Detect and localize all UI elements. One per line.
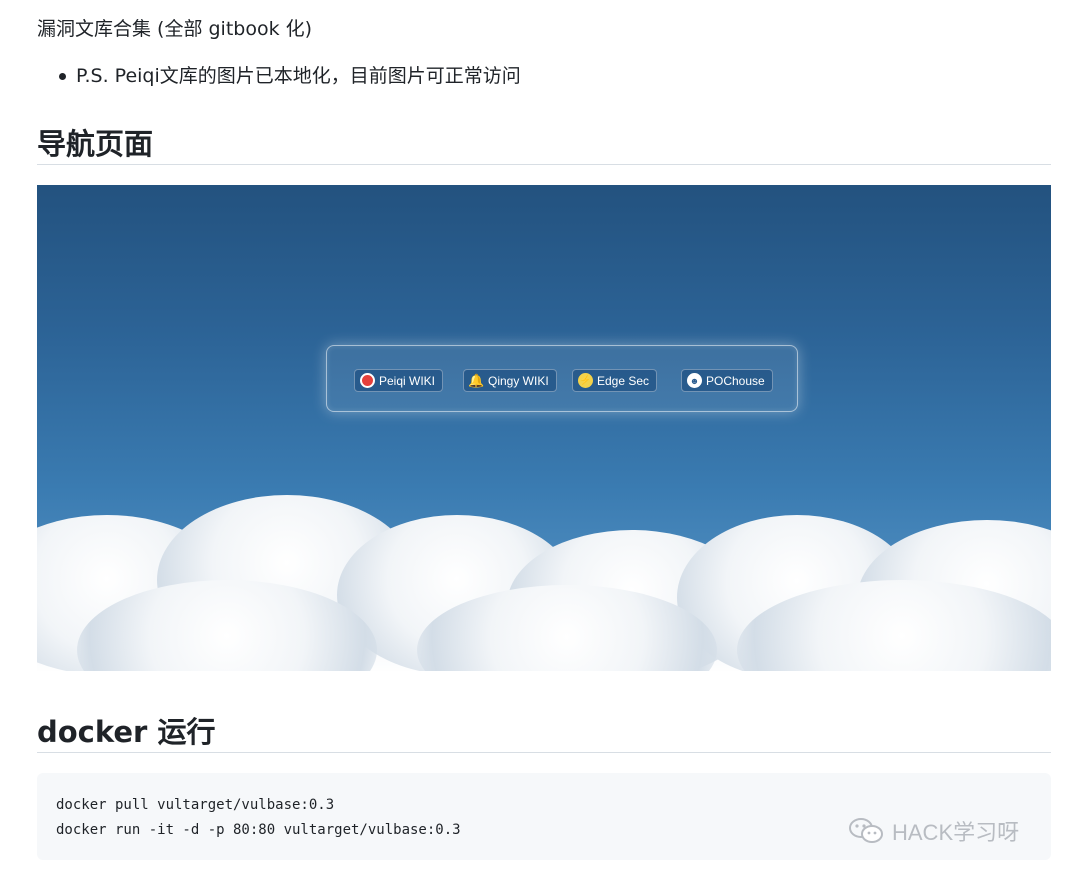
pikachu-icon: ⚡ bbox=[578, 373, 593, 388]
watermark: HACK学习呀 bbox=[848, 815, 1019, 847]
button-label: Edge Sec bbox=[597, 373, 650, 388]
robot-icon: ☻ bbox=[687, 373, 702, 388]
docker-heading: docker 运行 bbox=[37, 709, 1051, 753]
button-label: Qingy WIKI bbox=[488, 373, 549, 388]
nav-panel: Peiqi WIKI 🔔 Qingy WIKI ⚡ Edge Sec ☻ POC… bbox=[326, 345, 798, 412]
watermark-text: HACK学习呀 bbox=[892, 820, 1020, 845]
peiqi-wiki-button[interactable]: Peiqi WIKI bbox=[354, 369, 444, 392]
bell-icon: 🔔 bbox=[468, 372, 485, 388]
nav-page-screenshot: Peiqi WIKI 🔔 Qingy WIKI ⚡ Edge Sec ☻ POC… bbox=[37, 185, 1051, 671]
doraemon-icon bbox=[360, 373, 375, 388]
button-label: Peiqi WIKI bbox=[379, 373, 436, 388]
nav-heading: 导航页面 bbox=[37, 121, 1051, 165]
intro-text: 漏洞文库合集 (全部 gitbook 化) bbox=[37, 18, 313, 40]
button-label: POChouse bbox=[706, 373, 765, 388]
pochouse-button[interactable]: ☻ POChouse bbox=[681, 369, 773, 392]
list-item: P.S. Peiqi文库的图片已本地化，目前图片可正常访问 bbox=[55, 63, 521, 89]
qingy-wiki-button[interactable]: 🔔 Qingy WIKI bbox=[463, 369, 557, 392]
edge-sec-button[interactable]: ⚡ Edge Sec bbox=[572, 369, 658, 392]
note-list: P.S. Peiqi文库的图片已本地化，目前图片可正常访问 bbox=[55, 63, 521, 89]
wechat-icon bbox=[849, 818, 883, 843]
